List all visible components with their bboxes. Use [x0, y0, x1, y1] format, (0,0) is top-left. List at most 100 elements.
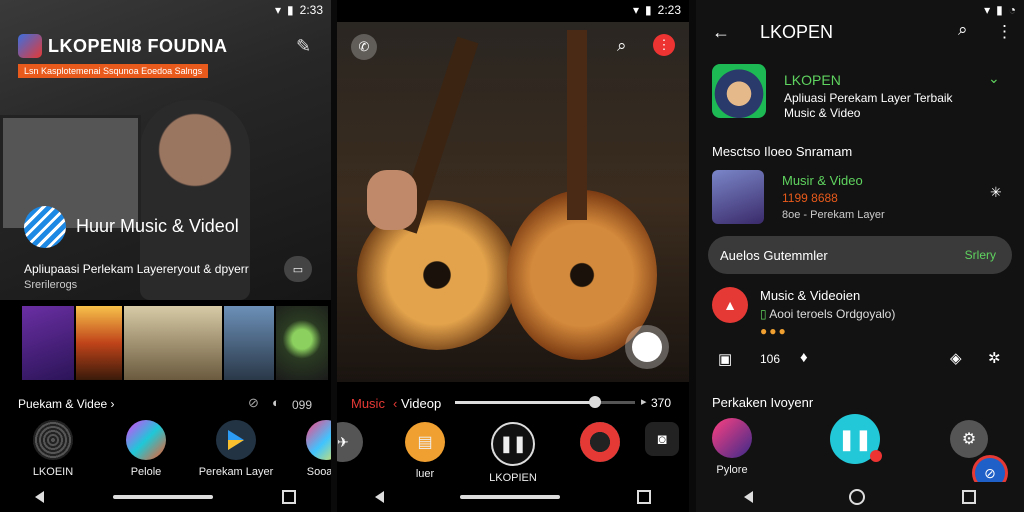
video-label[interactable]: ‹ Videop: [393, 396, 441, 411]
tab-pylore[interactable]: Pylore: [706, 418, 758, 476]
album-icon: [712, 418, 752, 458]
battery-icon: ▮: [996, 3, 1003, 17]
comment-icon[interactable]: ◈: [950, 349, 962, 367]
status-bar: ▾ ▮ ◔: [696, 0, 1024, 22]
app-name: LKOPEN: [784, 72, 841, 88]
tab-pelole[interactable]: Pelole: [120, 420, 172, 478]
search-icon[interactable]: ⌕: [617, 36, 627, 56]
more-icon[interactable]: ⋮: [996, 22, 1013, 42]
item-subtitle: 8oe - Perekam Layer: [782, 209, 885, 221]
page-title: LKOPEN: [760, 22, 834, 42]
section-heading: Mesctso Iloeo Snramam: [712, 144, 853, 159]
settings-small-icon[interactable]: ✲: [988, 349, 1001, 367]
cast-icon[interactable]: ✆: [351, 34, 377, 60]
time-remaining-icon: ▸: [641, 396, 647, 408]
cast-button[interactable]: ▭: [284, 256, 312, 282]
item2-title[interactable]: Music & Videoien: [760, 288, 860, 303]
wifi-icon: ▾: [633, 3, 640, 17]
status-bar: ▾ ▮ 2:33: [0, 0, 331, 22]
hero-monitor: [0, 115, 141, 231]
count-label: 106: [760, 352, 781, 366]
status-time: 2:33: [299, 3, 323, 17]
app-description-2: Music & Video: [784, 106, 861, 120]
colorful-icon: [306, 420, 331, 460]
section-heading-2: Perkaken Ivoyenr: [712, 395, 814, 410]
item-thumbnail[interactable]: [712, 170, 764, 224]
app-subtitle-badge: Lsn Kasplotemenai Ssqunoa Eoedoa Salngs: [18, 64, 209, 78]
link-icon[interactable]: ⊘: [248, 395, 259, 411]
toggle-icon[interactable]: ◐: [272, 395, 280, 410]
back-icon[interactable]: [34, 491, 44, 503]
featured-logo-icon: [24, 206, 66, 248]
music-label[interactable]: Music: [351, 396, 385, 411]
featured-description: Apliupaasi Perlekam Layereryout & dpyerr: [24, 262, 249, 276]
tab-perekam-layer[interactable]: Perekam Layer: [190, 420, 282, 478]
status-bar: ▾ ▮ 2:23: [337, 0, 689, 22]
recents-icon[interactable]: [282, 490, 297, 504]
pause-button[interactable]: ❚❚: [491, 422, 535, 466]
media-thumbnail[interactable]: [124, 306, 222, 380]
guitar-neck-right: [567, 30, 587, 220]
seek-bar-fill: [455, 401, 596, 404]
record-app-icon[interactable]: [580, 422, 620, 462]
app-description: Apliuasi Perekam Layer Terbaik: [784, 91, 953, 105]
record-dot: [632, 332, 662, 362]
like-icon[interactable]: ♦: [800, 349, 808, 366]
video-dot-icon: ‹: [393, 396, 398, 411]
media-thumbnail[interactable]: [22, 306, 74, 380]
status-time: 2:23: [657, 3, 681, 17]
loading-icon[interactable]: ✳: [990, 184, 1002, 201]
back-arrow-icon[interactable]: ←: [712, 22, 730, 43]
signal-icon: ◔: [1008, 3, 1016, 17]
menu-icon[interactable]: ⋮: [653, 34, 675, 56]
back-icon[interactable]: [375, 491, 385, 503]
hand-image: [367, 170, 417, 230]
wifi-icon: ▾: [984, 3, 991, 17]
recents-icon[interactable]: [961, 490, 976, 504]
tab-luer[interactable]: ▤ luer: [403, 422, 447, 480]
media-thumbnail[interactable]: [224, 306, 274, 380]
tab-sooater[interactable]: Sooater: [300, 420, 331, 478]
status-icon: ▯: [760, 307, 767, 321]
recents-icon[interactable]: [636, 490, 651, 504]
edit-icon[interactable]: ✎: [296, 36, 311, 57]
suggestion-pill[interactable]: Auelos Gutemmler Srlery: [708, 236, 1012, 274]
tab-lkoein[interactable]: LKOEIN: [27, 420, 79, 478]
play-store-icon: [216, 420, 256, 460]
vinyl-icon: [33, 420, 73, 460]
screen-home: ▾ ▮ 2:33 LKOPENI8 FOUDNA ✎ Lsn Kasplotem…: [0, 0, 331, 512]
media-thumbnail[interactable]: [276, 306, 328, 380]
section-label[interactable]: Puekam & Videe ›: [18, 397, 115, 411]
camera-button[interactable]: ◙: [645, 422, 679, 456]
home-button[interactable]: [849, 489, 866, 505]
system-nav-bar: [0, 482, 331, 512]
item-count: 1199 8688: [782, 191, 838, 205]
tab-lkopien[interactable]: ❚❚ LKOPIEN: [485, 422, 541, 484]
system-nav-bar: [337, 482, 689, 512]
seek-bar[interactable]: [455, 396, 635, 408]
rating-dots: ●●●: [760, 324, 788, 338]
red-app-icon[interactable]: ▲: [712, 287, 748, 323]
pill-action[interactable]: Srlery: [965, 248, 996, 262]
item-title[interactable]: Musir & Video: [782, 173, 863, 188]
album-icon: [126, 420, 166, 460]
record-button[interactable]: [625, 325, 669, 369]
save-icon[interactable]: ▣: [718, 350, 732, 368]
wifi-icon: ▾: [275, 3, 282, 17]
share-button[interactable]: ✈: [337, 422, 363, 462]
home-pill[interactable]: [112, 495, 213, 499]
settings-icon[interactable]: ⚙: [950, 420, 988, 458]
featured-title[interactable]: Huur Music & Videol: [76, 216, 239, 237]
app-logo: [18, 34, 42, 58]
expand-icon[interactable]: ⌄: [988, 70, 1000, 87]
featured-subdescription: Srerilerogs: [24, 279, 78, 291]
search-icon[interactable]: ⌕: [958, 20, 968, 40]
screen-app-detail: ▾ ▮ ◔ ← LKOPEN ⌕ ⋮ LKOPEN Apliuasi Perek…: [696, 0, 1024, 512]
battery-icon: ▮: [645, 3, 652, 17]
back-icon[interactable]: [744, 491, 754, 503]
notes-icon: ▤: [405, 422, 445, 462]
fab-badge: [870, 450, 882, 462]
screen-player: ▾ ▮ 2:23 ✆ ⌕ ⋮ Music ‹ Videop ▸ 370 ✈ ▤ …: [337, 0, 689, 512]
home-pill[interactable]: [460, 495, 561, 499]
media-thumbnail[interactable]: [76, 306, 122, 380]
